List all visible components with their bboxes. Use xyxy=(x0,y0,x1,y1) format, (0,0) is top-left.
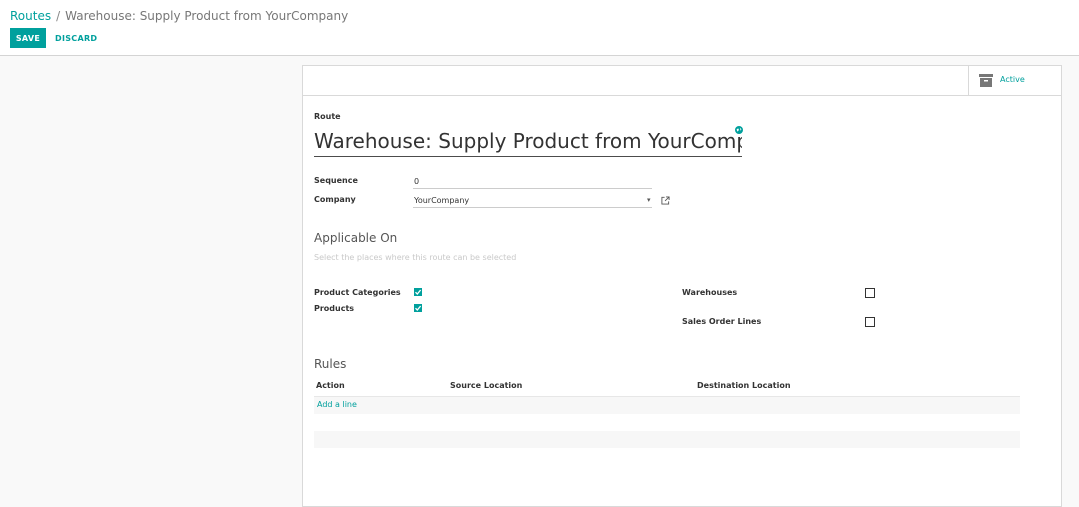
route-name-input[interactable] xyxy=(314,126,742,157)
rules-title: Rules xyxy=(314,357,347,371)
active-label: Active xyxy=(1000,75,1025,84)
archive-icon xyxy=(979,74,993,87)
product-categories-label: Product Categories xyxy=(314,288,401,297)
save-button[interactable]: SAVE xyxy=(10,28,46,48)
column-destination-location[interactable]: Destination Location xyxy=(697,381,791,390)
warehouses-checkbox[interactable] xyxy=(865,288,875,298)
rules-table: Action Source Location Destination Locat… xyxy=(314,379,1020,448)
table-row: Add a line xyxy=(314,397,1020,414)
checkmark-icon xyxy=(415,289,422,295)
applicable-on-title: Applicable On xyxy=(314,231,398,245)
table-row-empty xyxy=(314,414,1020,431)
applicable-on-help: Select the places where this route can b… xyxy=(314,253,517,262)
checkmark-icon xyxy=(415,305,422,311)
caret-down-icon[interactable]: ▾ xyxy=(647,196,651,204)
form-sheet: Active Route Sequence Company ▾ Applicab… xyxy=(302,65,1062,507)
control-panel: Routes / Warehouse: Supply Product from Yo… xyxy=(0,0,1079,56)
discard-button[interactable]: DISCARD xyxy=(50,28,102,48)
route-label: Route xyxy=(314,112,341,121)
sales-order-lines-checkbox[interactable] xyxy=(865,317,875,327)
button-box: Active xyxy=(303,66,1061,96)
table-row-empty xyxy=(314,431,1020,448)
sales-order-lines-label: Sales Order Lines xyxy=(682,317,762,326)
products-checkbox[interactable] xyxy=(414,304,422,312)
add-a-line-link[interactable]: Add a line xyxy=(317,400,357,409)
sequence-input[interactable] xyxy=(413,174,652,189)
product-categories-checkbox[interactable] xyxy=(414,288,422,296)
column-action[interactable]: Action xyxy=(316,381,345,390)
column-source-location[interactable]: Source Location xyxy=(450,381,522,390)
breadcrumb-current: Warehouse: Supply Product from YourCompa… xyxy=(65,9,349,23)
rules-table-header: Action Source Location Destination Locat… xyxy=(314,379,1020,397)
products-label: Products xyxy=(314,304,355,313)
active-toggle-button[interactable]: Active xyxy=(968,66,1061,95)
breadcrumb: Routes / Warehouse: Supply Product from Yo… xyxy=(10,9,348,23)
breadcrumb-routes-link[interactable]: Routes xyxy=(10,9,51,23)
company-label: Company xyxy=(314,195,356,204)
company-select[interactable] xyxy=(413,193,652,208)
breadcrumb-separator: / xyxy=(56,9,61,23)
external-link-icon[interactable] xyxy=(661,196,670,205)
sequence-label: Sequence xyxy=(314,176,358,185)
warehouses-label: Warehouses xyxy=(682,288,738,297)
translate-globe-icon[interactable] xyxy=(735,126,743,134)
